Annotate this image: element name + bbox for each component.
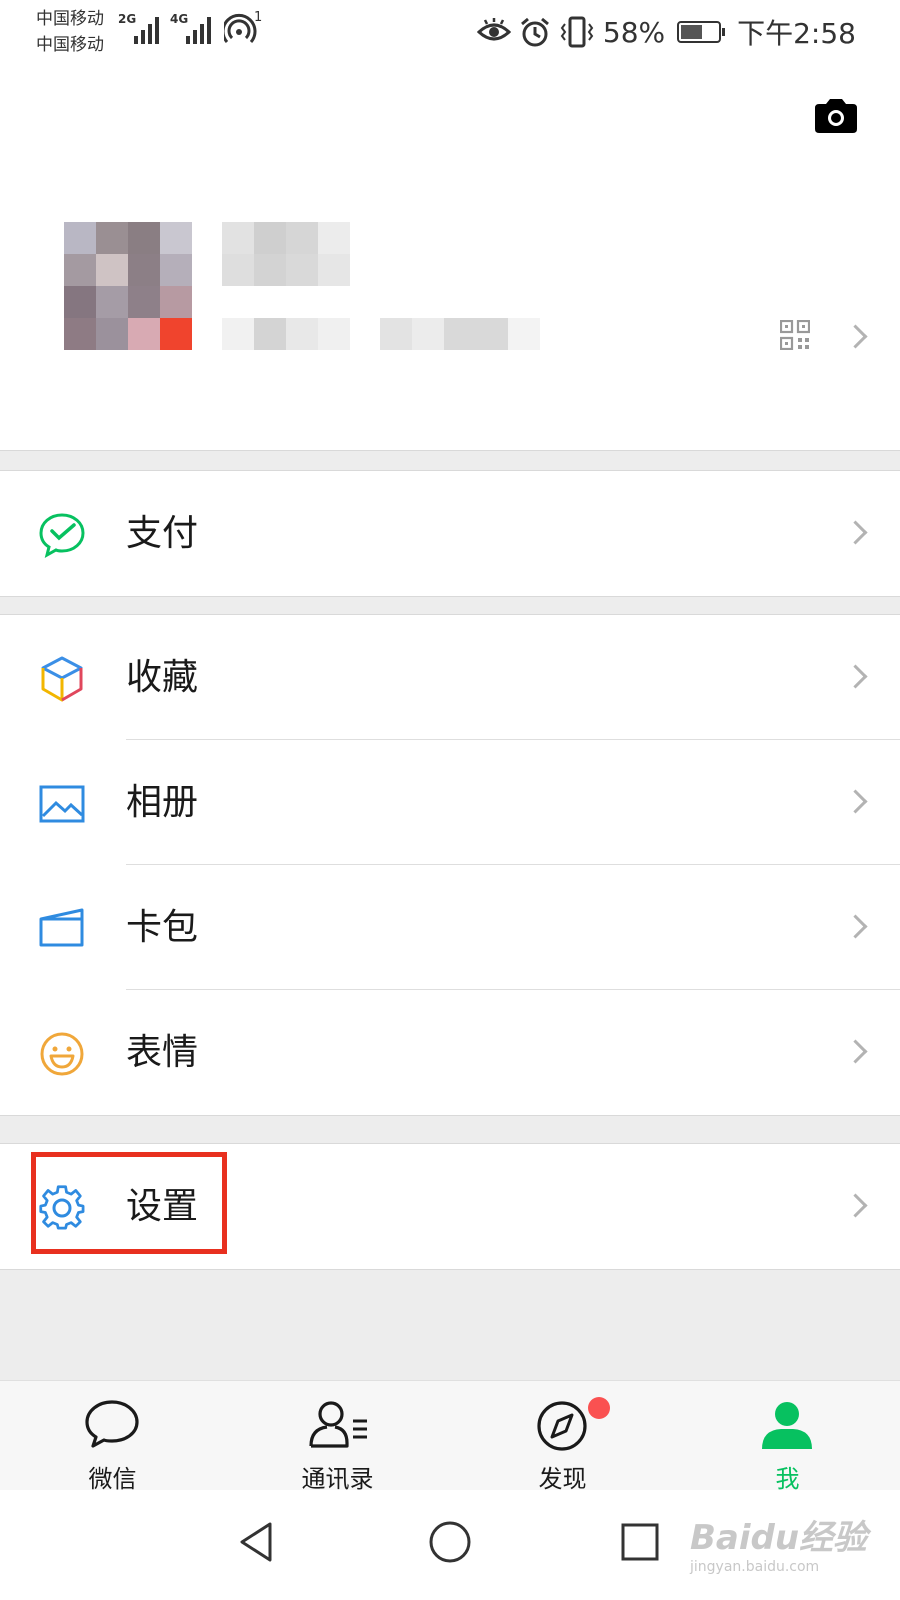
tab-label-chats: 微信 [88, 1465, 137, 1493]
carrier-info: 中国移动 中国移动 [36, 6, 104, 58]
menu-label-album: 相册 [126, 782, 199, 823]
menu-item-stickers[interactable]: 表情 [0, 990, 900, 1115]
album-icon [39, 785, 85, 823]
tab-discover[interactable]: 发现 [450, 1381, 675, 1493]
system-nav-bar: Baidu经验 jingyan.baidu.com [0, 1490, 900, 1600]
tab-bar: 微信 通讯录 发现 我 [0, 1380, 900, 1493]
chevron-right-icon [843, 914, 868, 939]
favorites-cube-icon [41, 656, 83, 702]
camera-icon[interactable] [813, 98, 859, 134]
carrier-2-label: 中国移动 [36, 35, 104, 55]
menu-item-pay[interactable]: 支付 [0, 471, 900, 596]
menu-label-cards: 卡包 [126, 907, 199, 948]
menu-item-album[interactable]: 相册 [0, 740, 900, 865]
chevron-right-icon [843, 1193, 868, 1218]
card-wallet-icon [39, 908, 84, 947]
tab-label-discover: 发现 [538, 1465, 587, 1493]
me-icon [762, 1402, 812, 1449]
back-icon[interactable] [236, 1520, 276, 1564]
chevron-right-icon [843, 1039, 868, 1064]
recents-icon[interactable] [620, 1522, 660, 1562]
notification-badge [588, 1397, 610, 1419]
wechat-id-pixelated [222, 318, 540, 350]
chevron-right-icon [843, 520, 868, 545]
clock: 下午2:58 [737, 17, 856, 50]
chevron-right-icon [843, 664, 868, 689]
menu-label-stickers: 表情 [126, 1032, 199, 1073]
profile-chevron-icon [843, 324, 868, 349]
tools-section: 收藏 相册 卡包 表情 [0, 614, 900, 1116]
hotspot-icon: 1 [221, 10, 263, 48]
chat-icon [85, 1400, 139, 1448]
alarm-icon [520, 17, 549, 47]
watermark-url: jingyan.baidu.com [690, 1559, 820, 1575]
tab-label-contacts: 通讯录 [301, 1465, 374, 1493]
pay-section: 支付 [0, 470, 900, 597]
carrier-1-label: 中国移动 [36, 9, 104, 29]
tab-label-me: 我 [775, 1465, 800, 1493]
menu-label-favorites: 收藏 [126, 657, 199, 698]
chevron-right-icon [843, 789, 868, 814]
battery-icon [677, 21, 726, 43]
sticker-smiley-icon [40, 1032, 84, 1076]
status-bar: 中国移动 中国移动 2G 4G 1 58% 下午2:58 [0, 0, 900, 70]
contacts-icon [309, 1401, 367, 1448]
vibrate-icon [560, 16, 594, 48]
nickname-pixelated [222, 222, 352, 286]
pay-icon [39, 513, 85, 558]
menu-item-favorites[interactable]: 收藏 [0, 615, 900, 740]
baidu-watermark: Baidu经验 jingyan.baidu.com [690, 1510, 867, 1575]
status-right: 58% 下午2:58 [476, 12, 856, 52]
battery-percent: 58% [602, 15, 666, 49]
menu-item-cards[interactable]: 卡包 [0, 865, 900, 990]
settings-highlight-box [31, 1152, 227, 1254]
qr-code-icon[interactable] [780, 320, 810, 350]
home-icon[interactable] [428, 1520, 472, 1564]
eye-comfort-icon [476, 18, 511, 41]
tab-contacts[interactable]: 通讯录 [225, 1381, 450, 1493]
menu-label-pay: 支付 [126, 513, 199, 554]
avatar[interactable] [64, 222, 192, 350]
tab-chats[interactable]: 微信 [0, 1381, 225, 1493]
profile-header[interactable] [0, 70, 900, 451]
watermark-brand: Baidu经验 [690, 1518, 868, 1558]
hotspot-count: 1 [254, 10, 263, 25]
discover-icon [537, 1401, 587, 1451]
tab-me[interactable]: 我 [675, 1381, 900, 1493]
